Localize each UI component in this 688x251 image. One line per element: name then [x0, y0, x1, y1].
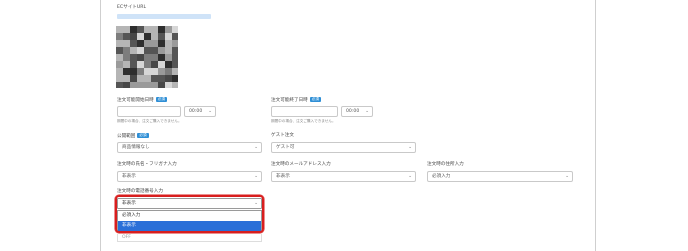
publish-scope-select[interactable]: 商品情報なし ⌄ [117, 142, 262, 153]
order-start-time-select[interactable]: 00:00 ⌄ [184, 106, 216, 117]
required-badge: 必須 [137, 133, 149, 138]
order-start-label: 注文可能開始日時 必須 [117, 97, 167, 103]
address-input-label: 注文時の住所入力 [427, 162, 464, 167]
name-kana-select[interactable]: 非表示 ⌄ [117, 171, 262, 182]
address-input-select[interactable]: 必須入力 ⌄ [427, 171, 573, 182]
publish-scope-label: 公開範囲 必須 [117, 133, 149, 139]
guest-order-label: ゲスト注文 [271, 133, 294, 138]
chevron-down-icon: ⌄ [565, 174, 569, 179]
chevron-down-icon: ⌄ [365, 109, 369, 114]
order-end-label: 注文可能終了日時 必須 [271, 97, 321, 103]
order-end-date-input[interactable] [271, 106, 338, 117]
next-field-select[interactable]: OFF [117, 234, 262, 242]
ec-site-url-label: ECサイトURL [117, 5, 147, 10]
order-end-time-select[interactable]: 00:00 ⌄ [341, 106, 373, 117]
required-badge: 必須 [309, 97, 321, 102]
chevron-down-icon: ⌄ [408, 145, 412, 150]
name-kana-label: 注文時の氏名・フリガナ入力 [117, 162, 177, 167]
chevron-down-icon: ⌄ [408, 174, 412, 179]
highlight-frame [115, 195, 264, 233]
order-start-date-input[interactable] [117, 106, 181, 117]
chevron-down-icon: ⌄ [254, 145, 258, 150]
qr-code-image [116, 26, 178, 88]
email-input-select[interactable]: 非表示 ⌄ [271, 171, 416, 182]
email-input-label: 注文時のメールアドレス入力 [271, 162, 331, 167]
ec-site-url-link[interactable] [117, 14, 211, 19]
order-end-hint: 期間中の場合、注文ご購入できません。 [271, 119, 336, 123]
guest-order-select[interactable]: ゲスト可 ⌄ [271, 142, 416, 153]
chevron-down-icon: ⌄ [208, 109, 212, 114]
chevron-down-icon: ⌄ [254, 174, 258, 179]
order-start-hint: 期間中の場合、注文ご購入できません。 [117, 119, 182, 123]
required-badge: 必須 [155, 97, 167, 102]
